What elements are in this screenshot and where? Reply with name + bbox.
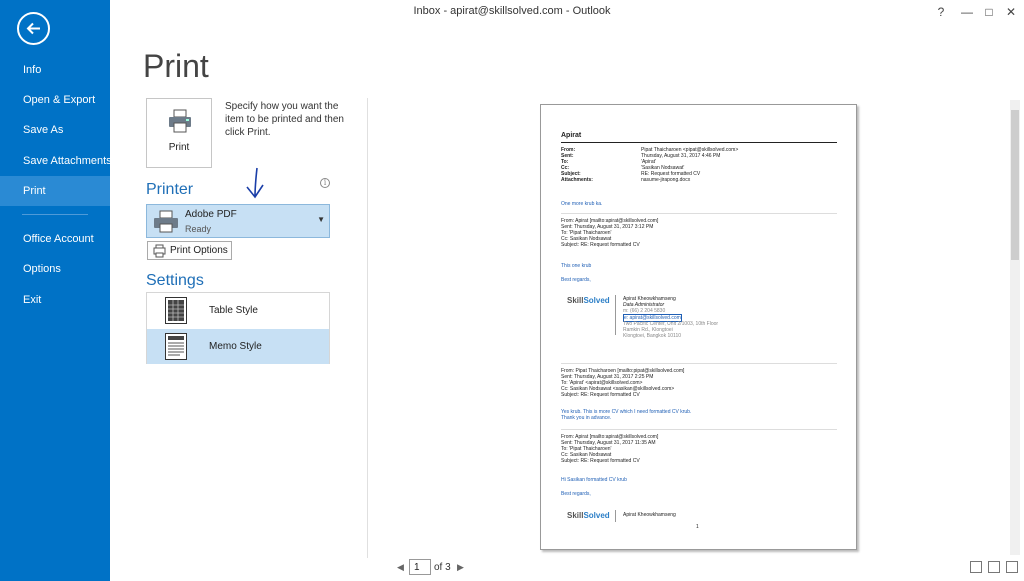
next-page-button[interactable]: ▶: [457, 562, 464, 573]
actual-size-icon[interactable]: [970, 561, 982, 573]
panel-divider: [367, 98, 368, 558]
backstage-sidebar: Info Open & Export Save As Save Attachme…: [0, 0, 112, 581]
table-style-icon: [165, 297, 187, 324]
skillsolved-logo: SkillSolved: [567, 511, 610, 520]
previous-page-button[interactable]: ◀: [397, 562, 404, 573]
signature-line: Klongtoei, Bangkok 10110: [623, 333, 682, 339]
nav-open-export[interactable]: Open & Export: [0, 85, 110, 115]
printer-name: Adobe PDF: [185, 209, 237, 220]
preview-separator: [561, 213, 837, 214]
window-title: Inbox - apirat@skillsolved.com - Outlook: [413, 5, 611, 17]
preview-quote-line: Subject: RE: Request formatted CV: [561, 392, 640, 398]
preview-separator: [561, 429, 837, 430]
help-button[interactable]: ?: [930, 2, 952, 22]
style-memo[interactable]: Memo Style: [147, 329, 329, 364]
arrow-left-icon: [26, 22, 40, 35]
scrollbar-thumb[interactable]: [1011, 110, 1019, 260]
style-memo-label: Memo Style: [209, 341, 262, 352]
preview-quote-line: Subject: RE: Request formatted CV: [561, 242, 640, 248]
print-button[interactable]: Print: [146, 98, 212, 168]
page-number-input[interactable]: [409, 559, 431, 575]
preview-body: This one krub: [561, 263, 592, 269]
preview-value: nasume-jirapong.docx: [641, 177, 691, 183]
page-count: of 3: [434, 562, 451, 573]
preview-regards: Best regards,: [561, 277, 591, 283]
one-page-icon[interactable]: [988, 561, 1000, 573]
printer-section-title: Printer: [146, 181, 194, 198]
nav-office-account[interactable]: Office Account: [0, 224, 110, 254]
preview-rule: [561, 142, 837, 143]
signature-rule: [615, 295, 616, 335]
print-button-label: Print: [168, 142, 190, 153]
preview-page-number: 1: [696, 524, 699, 530]
close-button[interactable]: ✕: [1000, 2, 1022, 22]
preview-scrollbar[interactable]: [1010, 100, 1020, 555]
minimize-button[interactable]: —: [956, 2, 978, 22]
settings-section-title: Settings: [146, 272, 204, 289]
print-options-label: Print Options: [170, 245, 228, 256]
print-style-list: Table Style Memo Style: [146, 292, 330, 364]
multiple-pages-icon[interactable]: [1006, 561, 1018, 573]
nav-print[interactable]: Print: [0, 176, 110, 206]
back-button[interactable]: [17, 12, 50, 45]
maximize-button[interactable]: □: [978, 2, 1000, 22]
preview-body: Thank you in advance.: [561, 415, 612, 421]
handwritten-arrow-icon: [246, 167, 264, 199]
printer-dropdown[interactable]: Adobe PDF Ready ▼: [146, 204, 330, 238]
memo-style-icon: [165, 333, 187, 360]
preview-sender: Apirat: [561, 132, 582, 139]
preview-regards: Best regards,: [561, 491, 591, 497]
chevron-down-icon: ▼: [317, 215, 325, 224]
preview-body: One more krub ka.: [561, 201, 603, 207]
printer-icon: [169, 109, 191, 133]
print-options-button[interactable]: Print Options: [147, 241, 232, 260]
print-description: Specify how you want the item to be prin…: [225, 101, 344, 138]
nav-divider: [22, 214, 88, 215]
preview-label: Attachments:: [561, 177, 593, 183]
title-bar: Inbox - apirat@skillsolved.com - Outlook…: [110, 0, 1024, 24]
preview-separator: [561, 363, 837, 364]
signature-rule: [615, 510, 616, 522]
style-table[interactable]: Table Style: [147, 293, 329, 328]
printer-icon: [154, 210, 178, 233]
preview-body: Hi Sasikan formatted CV krub: [561, 477, 627, 483]
nav-exit[interactable]: Exit: [0, 285, 110, 315]
skillsolved-logo: SkillSolved: [567, 296, 610, 305]
info-icon[interactable]: i: [320, 178, 330, 188]
page-title: Print: [143, 48, 209, 84]
nav-save-as[interactable]: Save As: [0, 115, 110, 145]
nav-options[interactable]: Options: [0, 254, 110, 284]
preview-quote-line: Subject: RE: Request formatted CV: [561, 458, 640, 464]
print-options-icon: [153, 244, 166, 258]
nav-save-attachments[interactable]: Save Attachments: [0, 146, 112, 176]
printer-status: Ready: [185, 224, 212, 234]
print-preview-page: Apirat From: Sent: To: Cc: Subject: Atta…: [540, 104, 857, 550]
nav-info[interactable]: Info: [0, 55, 110, 85]
signature-line: Apirat Kheowkhamseng: [623, 512, 676, 518]
outlook-print-backstage: Info Open & Export Save As Save Attachme…: [0, 0, 1024, 581]
style-table-label: Table Style: [209, 305, 258, 316]
